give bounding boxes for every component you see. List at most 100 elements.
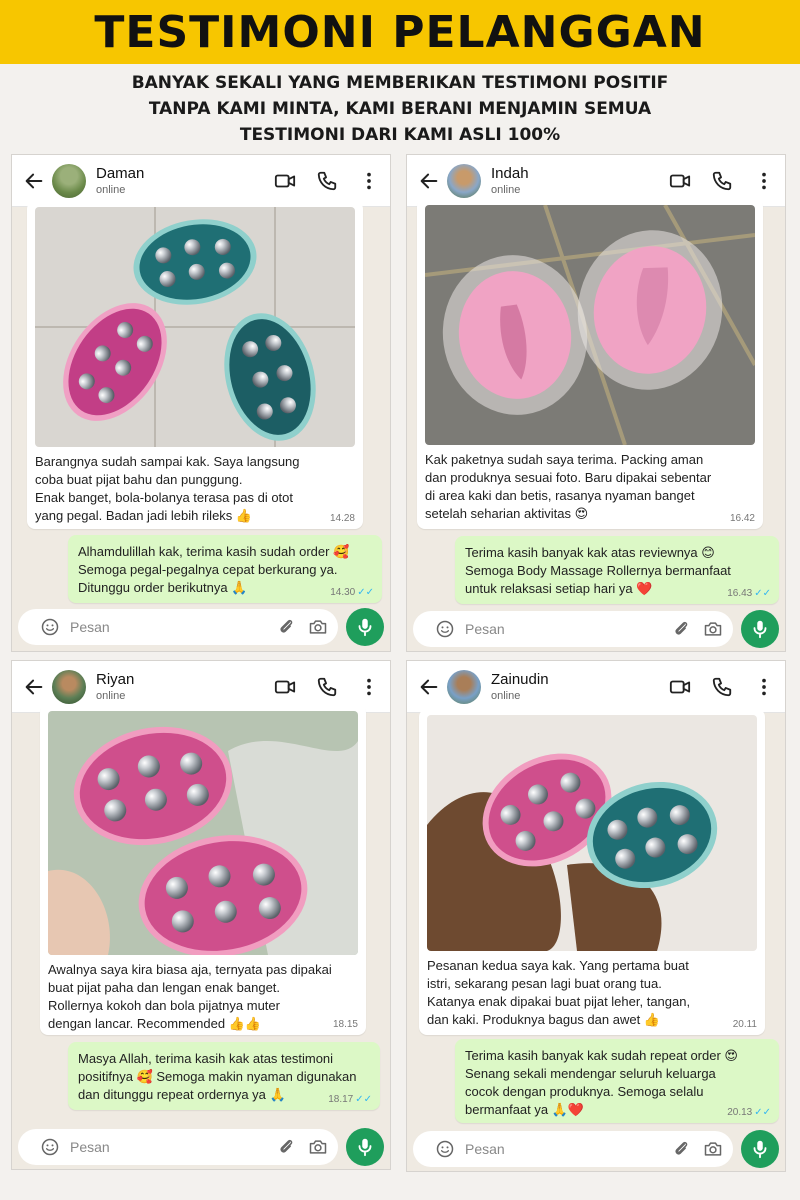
read-ticks-icon: ✓✓ <box>357 587 374 598</box>
subtitle-line: BANYAK SEKALI YANG MEMBERIKAN TESTIMONI … <box>131 73 669 93</box>
more-vert-icon[interactable] <box>753 170 775 192</box>
product-photo[interactable] <box>48 711 358 955</box>
product-photo[interactable] <box>425 205 755 445</box>
phone-icon[interactable] <box>711 676 733 698</box>
paperclip-icon[interactable] <box>276 617 296 637</box>
video-call-icon[interactable] <box>669 170 691 192</box>
paperclip-icon[interactable] <box>276 1137 296 1157</box>
composer-placeholder[interactable]: Pesan <box>465 1141 659 1157</box>
message-time-text: 20.13 <box>727 1107 753 1118</box>
phone-icon[interactable] <box>316 676 338 698</box>
message-line: Semoga Body Massage Rollernya bermanfaat <box>465 563 731 578</box>
product-photo[interactable] <box>427 715 757 951</box>
avatar[interactable] <box>447 163 481 198</box>
avatar[interactable] <box>52 163 86 198</box>
video-call-icon[interactable] <box>274 676 296 698</box>
message-text: Alhamdulillah kak, terima kasih sudah or… <box>78 543 372 597</box>
contact-name: Daman <box>96 165 145 182</box>
chat-screenshot-indah: Indah online Kak paketnya sudah saya ter… <box>406 154 786 652</box>
emoji-icon[interactable] <box>435 619 455 639</box>
message-line: Enak banget, bola-bolanya terasa pas di … <box>35 490 294 505</box>
incoming-message[interactable]: Pesanan kedua saya kak. Yang pertama bua… <box>419 709 765 1035</box>
message-time: 20.13 ✓✓ <box>727 1107 771 1118</box>
mic-button[interactable] <box>741 1130 779 1168</box>
paperclip-icon[interactable] <box>671 1139 691 1159</box>
contact-status: online <box>96 184 126 196</box>
subtitle: BANYAK SEKALI YANG MEMBERIKAN TESTIMONI … <box>40 70 760 148</box>
message-line: Rollernya kokoh dan bola pijatnya muter <box>48 998 280 1013</box>
outgoing-message[interactable]: Terima kasih banyak kak atas reviewnya 😊… <box>455 536 779 604</box>
phone-icon[interactable] <box>316 170 338 192</box>
incoming-message[interactable]: Barangnya sudah sampai kak. Saya langsun… <box>27 201 363 529</box>
contact-info[interactable]: Daman online <box>96 165 254 196</box>
message-time: 20.11 <box>732 1019 757 1030</box>
composer-placeholder[interactable]: Pesan <box>465 621 659 637</box>
video-call-icon[interactable] <box>274 170 296 192</box>
phone-icon[interactable] <box>711 170 733 192</box>
incoming-message[interactable]: Awalnya saya kira biasa aja, ternyata pa… <box>40 705 366 1035</box>
camera-icon[interactable] <box>703 1139 723 1159</box>
composer-placeholder[interactable]: Pesan <box>70 619 264 635</box>
chat-header: Daman online <box>12 155 390 207</box>
message-line: Pesanan kedua saya kak. Yang pertama bua… <box>427 958 689 973</box>
message-line: cocok dengan produknya. Semoga selalu <box>465 1084 704 1099</box>
message-line: Semoga pegal-pegalnya cepat berkurang ya… <box>78 562 338 577</box>
product-photo[interactable] <box>35 207 355 447</box>
message-line: Katanya enak dipakai buat pijat leher, t… <box>427 994 691 1009</box>
outgoing-message[interactable]: Alhamdulillah kak, terima kasih sudah or… <box>68 535 382 603</box>
arrow-left-icon[interactable] <box>417 676 441 698</box>
message-text: Awalnya saya kira biasa aja, ternyata pa… <box>48 961 358 1033</box>
chat-header: Zainudin online <box>407 661 785 713</box>
chat-screenshot-zainudin: Zainudin online Pesanan kedua saya kak. … <box>406 660 786 1172</box>
outgoing-message[interactable]: Masya Allah, terima kasih kak atas testi… <box>68 1042 380 1110</box>
contact-info[interactable]: Riyan online <box>96 671 254 702</box>
message-time: 14.28 <box>329 513 355 524</box>
contact-name: Zainudin <box>491 671 549 688</box>
mic-button[interactable] <box>741 610 779 648</box>
subtitle-line: TESTIMONI DARI KAMI ASLI 100% <box>239 125 561 145</box>
message-text: Masya Allah, terima kasih kak atas testi… <box>78 1050 370 1104</box>
message-line: Masya Allah, terima kasih kak atas testi… <box>78 1051 334 1066</box>
emoji-icon[interactable] <box>435 1139 455 1159</box>
message-time: 16.43 ✓✓ <box>727 588 771 599</box>
read-ticks-icon: ✓✓ <box>355 1094 372 1105</box>
contact-info[interactable]: Indah online <box>491 165 649 196</box>
contact-info[interactable]: Zainudin online <box>491 671 649 702</box>
more-vert-icon[interactable] <box>753 676 775 698</box>
emoji-icon[interactable] <box>40 617 60 637</box>
mic-icon <box>749 1138 771 1160</box>
message-composer[interactable]: Pesan <box>413 611 733 647</box>
incoming-message[interactable]: Kak paketnya sudah saya terima. Packing … <box>417 199 763 529</box>
message-line: bermanfaat ya 🙏❤️ <box>465 1102 585 1117</box>
message-line: untuk relaksasi setiap hari ya ❤️ <box>465 581 653 596</box>
message-text: Kak paketnya sudah saya terima. Packing … <box>425 451 755 523</box>
camera-icon[interactable] <box>308 617 328 637</box>
message-line: istri, sekarang pesan lagi buat orang tu… <box>427 976 662 991</box>
message-line: Ditunggu order berikutnya 🙏 <box>78 580 248 595</box>
avatar[interactable] <box>52 669 86 704</box>
message-composer[interactable]: Pesan <box>18 1129 338 1165</box>
message-line: Senang sekali mendengar seluruh keluarga <box>465 1066 716 1081</box>
avatar[interactable] <box>447 669 481 704</box>
mic-icon <box>354 616 376 638</box>
camera-icon[interactable] <box>308 1137 328 1157</box>
message-line: Terima kasih banyak kak sudah repeat ord… <box>465 1048 738 1063</box>
outgoing-message[interactable]: Terima kasih banyak kak sudah repeat ord… <box>455 1039 779 1123</box>
arrow-left-icon[interactable] <box>417 170 441 192</box>
message-composer[interactable]: Pesan <box>18 609 338 645</box>
more-vert-icon[interactable] <box>358 676 380 698</box>
video-call-icon[interactable] <box>669 676 691 698</box>
read-ticks-icon: ✓✓ <box>754 588 771 599</box>
paperclip-icon[interactable] <box>671 619 691 639</box>
chat-screenshot-riyan: Riyan online Awalnya saya kira biasa aja… <box>11 660 391 1170</box>
emoji-icon[interactable] <box>40 1137 60 1157</box>
mic-button[interactable] <box>346 608 384 646</box>
more-vert-icon[interactable] <box>358 170 380 192</box>
mic-button[interactable] <box>346 1128 384 1166</box>
camera-icon[interactable] <box>703 619 723 639</box>
message-time: 14.30 ✓✓ <box>330 587 374 598</box>
message-composer[interactable]: Pesan <box>413 1131 733 1167</box>
arrow-left-icon[interactable] <box>22 170 46 192</box>
composer-placeholder[interactable]: Pesan <box>70 1139 264 1155</box>
arrow-left-icon[interactable] <box>22 676 46 698</box>
